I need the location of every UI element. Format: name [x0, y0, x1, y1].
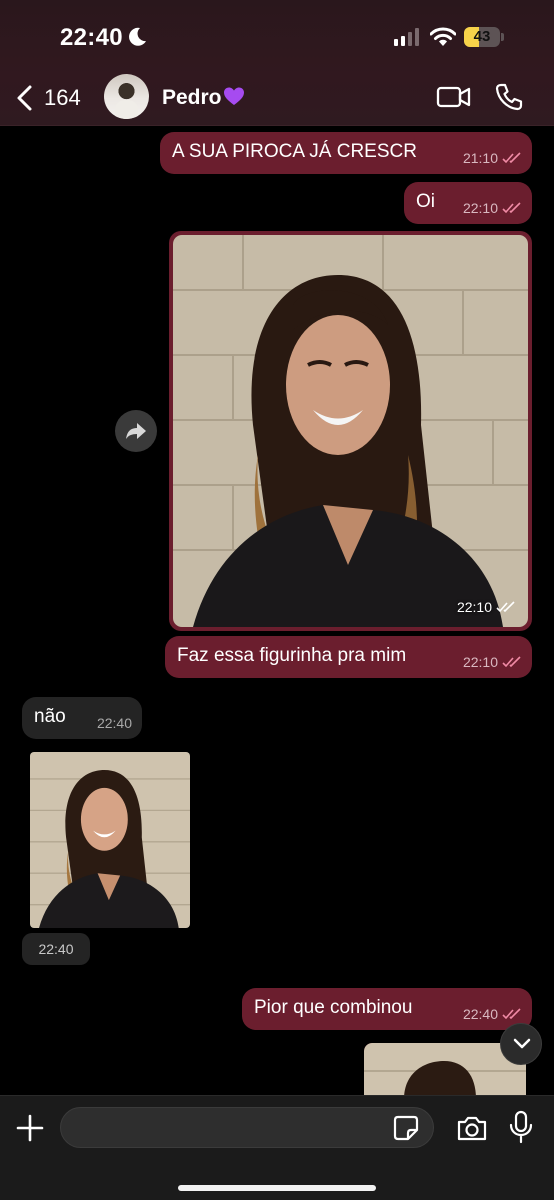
message-text: Pior que combinou: [254, 997, 413, 1018]
moon-icon: [129, 27, 146, 46]
battery-percent: 43: [473, 28, 491, 45]
double-check-icon: [502, 1008, 521, 1020]
message-bubble-outgoing[interactable]: A SUA PIROCA JÁ CRESCR 21:10: [160, 132, 532, 174]
back-chevron-icon[interactable]: [14, 84, 36, 112]
forward-button[interactable]: [115, 410, 157, 452]
chat-header: 22:40 43 164 Pedro: [0, 0, 554, 126]
sticker-message[interactable]: [30, 752, 190, 928]
double-check-icon: [496, 601, 515, 613]
purple-heart-icon: [224, 87, 244, 105]
selfie-image[interactable]: 22:10: [173, 235, 528, 627]
double-check-icon: [502, 152, 521, 164]
image-message[interactable]: 22:10: [169, 231, 532, 631]
scroll-to-bottom-button[interactable]: [500, 1023, 542, 1065]
contact-name[interactable]: Pedro: [162, 86, 222, 110]
video-call-icon[interactable]: [436, 84, 472, 110]
message-time: 22:10: [462, 654, 498, 670]
message-meta: 22:40: [463, 1006, 522, 1022]
message-time: 22:10: [456, 599, 492, 615]
avatar[interactable]: [104, 74, 149, 119]
message-bubble-outgoing[interactable]: Faz essa figurinha pra mim 22:10: [165, 636, 532, 678]
message-meta: 21:10: [463, 150, 522, 166]
forward-icon: [126, 423, 146, 439]
status-time: 22:40: [60, 24, 123, 51]
message-text: não: [34, 706, 66, 727]
message-time: 21:10: [462, 150, 498, 166]
message-meta: 22:10: [463, 200, 522, 216]
message-bubble-outgoing[interactable]: Pior que combinou 22:40: [242, 988, 532, 1030]
home-indicator: [178, 1185, 376, 1191]
message-time: 22:40: [22, 933, 90, 965]
plus-icon[interactable]: [16, 1114, 44, 1142]
unread-count[interactable]: 164: [44, 85, 81, 111]
message-text: Oi: [416, 191, 435, 212]
sticker-icon[interactable]: [393, 1115, 419, 1141]
message-bubble-incoming[interactable]: não 22:40: [22, 697, 142, 739]
message-time: 22:40: [462, 1006, 498, 1022]
double-check-icon: [502, 202, 521, 214]
microphone-icon[interactable]: [509, 1110, 533, 1144]
message-meta: 22:40: [97, 715, 132, 731]
camera-icon[interactable]: [456, 1114, 488, 1142]
double-check-icon: [502, 656, 521, 668]
message-composer: [0, 1095, 554, 1200]
message-time: 22:10: [462, 200, 498, 216]
message-text: Faz essa figurinha pra mim: [177, 645, 407, 666]
message-time: 22:40: [96, 715, 132, 731]
battery-indicator: 43: [464, 27, 504, 47]
message-meta: 22:10: [457, 599, 516, 615]
message-text: A SUA PIROCA JÁ CRESCR: [172, 141, 417, 162]
message-input[interactable]: [60, 1107, 434, 1148]
signal-icon: [394, 28, 419, 46]
message-bubble-outgoing[interactable]: Oi 22:10: [404, 182, 532, 224]
message-meta: 22:10: [463, 654, 522, 670]
chevron-down-icon: [513, 1038, 531, 1049]
wifi-icon: [430, 27, 456, 46]
phone-icon[interactable]: [495, 82, 523, 112]
